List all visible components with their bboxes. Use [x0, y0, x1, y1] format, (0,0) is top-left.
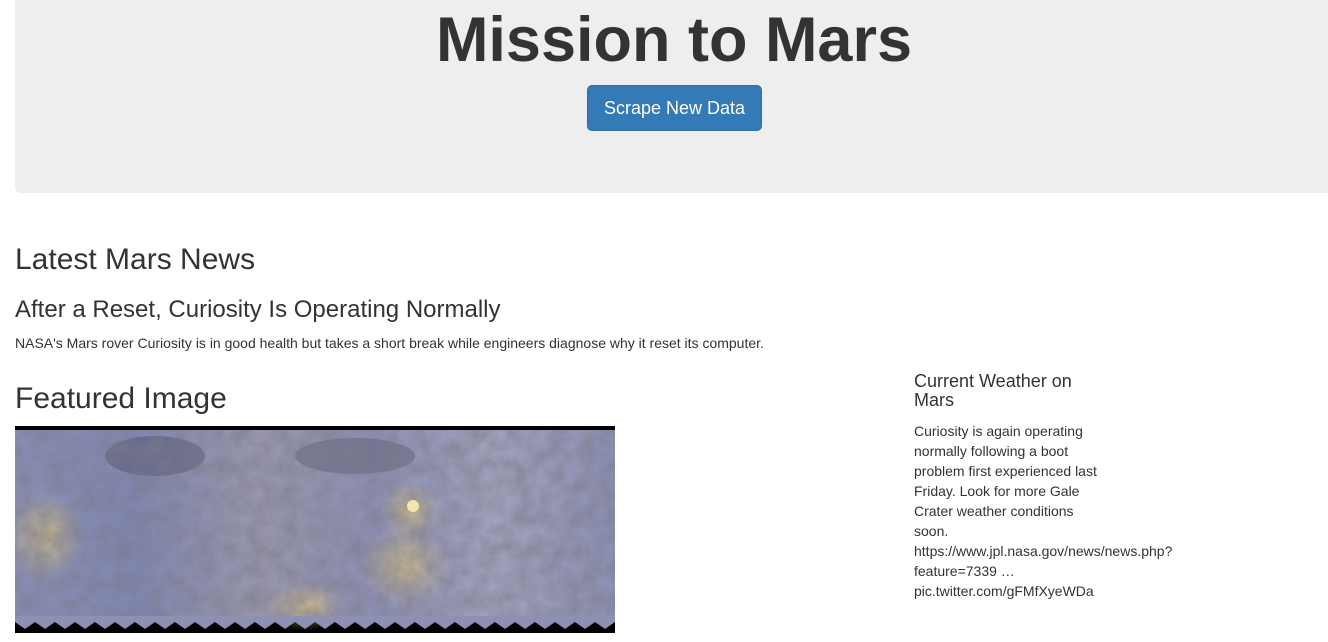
featured-image	[15, 426, 615, 633]
featured-image-heading: Featured Image	[15, 382, 227, 415]
latest-news-heading: Latest Mars News	[15, 243, 256, 276]
page-title: Mission to Mars	[435, 5, 913, 75]
scrape-new-data-button[interactable]: Scrape New Data	[587, 85, 762, 131]
jumbotron-header: Mission to Mars Scrape New Data	[15, 0, 1328, 193]
news-teaser: NASA's Mars rover Curiosity is in good h…	[15, 335, 764, 351]
news-headline: After a Reset, Curiosity Is Operating No…	[15, 296, 501, 323]
weather-heading: Current Weather on Mars	[914, 371, 1072, 410]
weather-tweet: Curiosity is again operating normally fo…	[914, 423, 1173, 599]
